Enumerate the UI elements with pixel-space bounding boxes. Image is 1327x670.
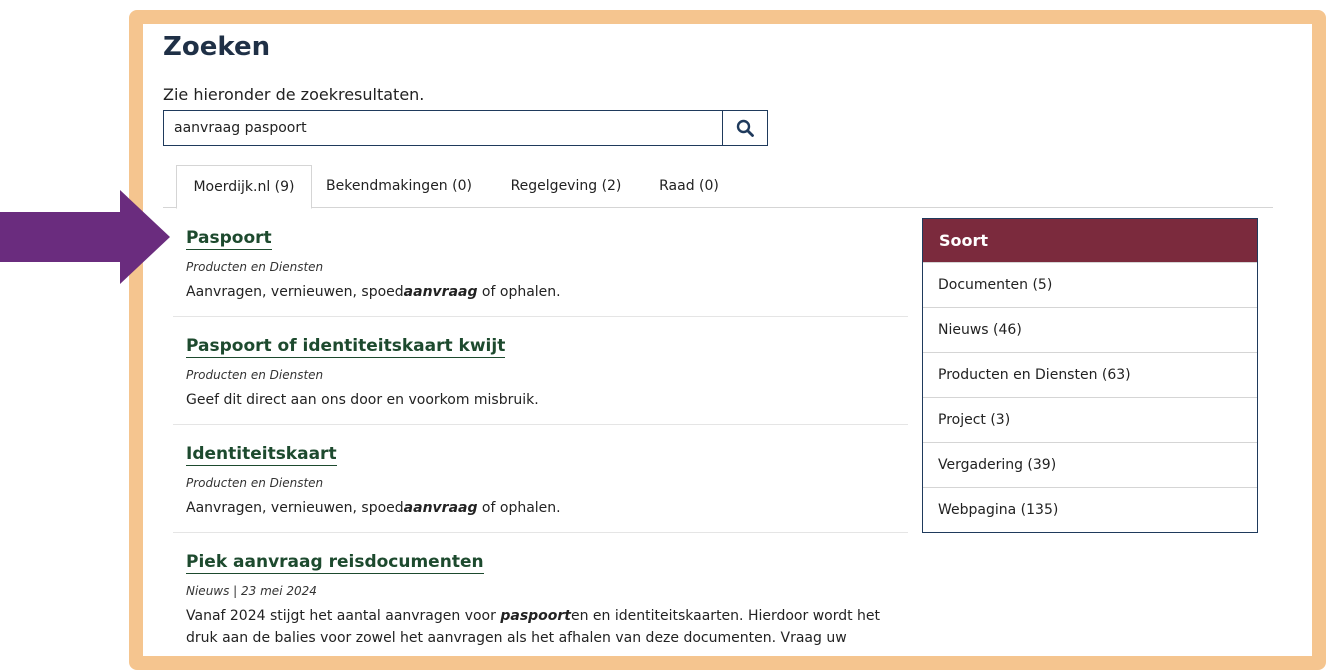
facet-item-producten-en-diensten[interactable]: Producten en Diensten (63) [923, 352, 1257, 397]
search-bar [163, 110, 768, 146]
result-description: Geef dit direct aan ons door en voorkom … [186, 392, 539, 408]
page-title: Zoeken [163, 32, 271, 62]
search-icon [736, 119, 754, 137]
search-term-highlight: paspoort [500, 608, 571, 624]
tab-raad[interactable]: Raad (0) [652, 165, 726, 208]
tab-bekendmakingen[interactable]: Bekendmakingen (0) [322, 165, 476, 208]
result-meta: Producten en Diensten [186, 260, 324, 274]
facet-item-documenten[interactable]: Documenten (5) [923, 262, 1257, 307]
search-input[interactable] [163, 110, 722, 146]
result-description: Aanvragen, vernieuwen, spoedaanvraag of … [186, 500, 561, 516]
search-term-highlight: aanvraag [403, 284, 478, 300]
result-title-link[interactable]: Paspoort of identiteitskaart kwijt [186, 336, 506, 358]
page-subtitle: Zie hieronder de zoekresultaten. [163, 85, 425, 104]
facet-item-vergadering[interactable]: Vergadering (39) [923, 442, 1257, 487]
result-tabs: Moerdijk.nl (9) Bekendmakingen (0) Regel… [163, 165, 1273, 209]
facet-item-webpagina[interactable]: Webpagina (135) [923, 487, 1257, 532]
search-term-highlight: aanvraag [403, 500, 478, 516]
divider [173, 532, 908, 533]
result-meta: Producten en Diensten [186, 368, 324, 382]
result-meta: Nieuws | 23 mei 2024 [186, 584, 317, 598]
result-meta: Producten en Diensten [186, 476, 324, 490]
tab-regelgeving[interactable]: Regelgeving (2) [502, 165, 630, 208]
divider [173, 316, 908, 317]
result-description: Vanaf 2024 stijgt het aantal aanvragen v… [186, 608, 881, 646]
facet-panel-soort: Soort Documenten (5) Nieuws (46) Product… [922, 218, 1258, 533]
annotation-arrow-icon [0, 190, 170, 284]
facet-header: Soort [923, 219, 1257, 262]
search-button[interactable] [722, 110, 768, 146]
facet-item-nieuws[interactable]: Nieuws (46) [923, 307, 1257, 352]
result-title-link[interactable]: Paspoort [186, 228, 272, 250]
result-title-link[interactable]: Piek aanvraag reisdocumenten [186, 552, 484, 574]
result-description: Aanvragen, vernieuwen, spoedaanvraag of … [186, 284, 561, 300]
result-title-link[interactable]: Identiteitskaart [186, 444, 337, 466]
divider [173, 424, 908, 425]
tab-moerdijk[interactable]: Moerdijk.nl (9) [176, 165, 312, 209]
facet-item-project[interactable]: Project (3) [923, 397, 1257, 442]
